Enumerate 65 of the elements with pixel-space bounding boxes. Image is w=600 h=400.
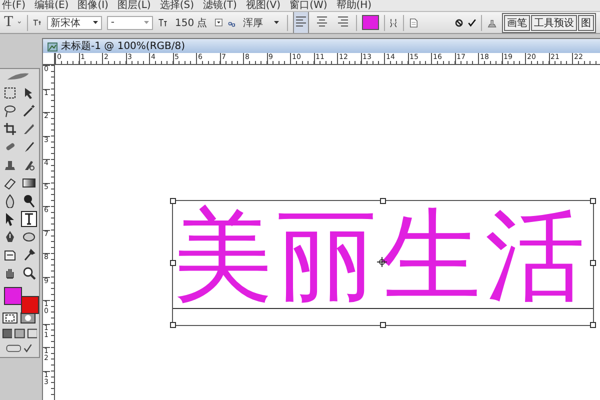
menu-item[interactable]: 视图(V): [246, 0, 281, 11]
screen-mode-icon[interactable]: [26, 328, 37, 340]
brush-icon: [22, 140, 36, 154]
dropdown-button-icon[interactable]: [215, 17, 223, 28]
align-right-icon: [337, 15, 350, 28]
marquee-tool[interactable]: [2, 85, 18, 102]
palette-tab[interactable]: 工具预设: [530, 14, 577, 30]
dodge-icon: [22, 194, 36, 208]
cancel-icon[interactable]: [455, 16, 464, 28]
notes-icon: [3, 248, 17, 262]
font-size-field[interactable]: 150 点: [172, 16, 210, 30]
align-left-button[interactable]: [293, 12, 310, 33]
screen-mode-icon[interactable]: [14, 328, 25, 340]
foreground-color-swatch[interactable]: [4, 287, 22, 306]
document-icon: [47, 40, 58, 52]
eyedropper-icon: [22, 248, 36, 262]
ruler-origin[interactable]: [43, 53, 55, 65]
font-style-dropdown[interactable]: -: [106, 16, 153, 30]
gradient-icon: [22, 176, 36, 190]
zoom-icon: [22, 266, 36, 280]
palette-tab[interactable]: 画笔: [504, 14, 530, 30]
document-title: 未标题-1 @ 100%(RGB/8): [61, 40, 186, 53]
stamp-icon: [3, 158, 17, 172]
antialias-dropdown[interactable]: 浑厚: [240, 16, 282, 30]
slice-icon: [22, 122, 36, 136]
menu-item[interactable]: 滤镜(T): [202, 0, 237, 11]
canvas-text[interactable]: 美丽生活: [173, 196, 589, 316]
shape-icon: [22, 230, 36, 244]
menu-item[interactable]: 帮助(H): [336, 0, 372, 11]
dodge-tool[interactable]: [21, 193, 37, 210]
type-icon: [22, 212, 36, 226]
lasso-tool[interactable]: [2, 103, 18, 120]
history-icon: [22, 158, 36, 172]
type-tool-glyph[interactable]: T: [4, 14, 14, 31]
screen-mode-icon[interactable]: [2, 328, 12, 340]
crop-tool[interactable]: [2, 121, 18, 138]
type-tool[interactable]: [21, 211, 37, 228]
zoom-tool[interactable]: [21, 265, 37, 282]
menu-item[interactable]: 图层(L): [117, 0, 151, 11]
crop-icon: [3, 122, 17, 136]
menu-item[interactable]: 图像(I): [78, 0, 108, 11]
caret-icon: [274, 21, 280, 24]
marquee-icon: [3, 86, 17, 100]
caret-icon: [144, 21, 149, 24]
wand-tool[interactable]: [21, 103, 37, 120]
wand-icon: [22, 104, 36, 118]
menu-item[interactable]: 件(F): [2, 0, 26, 11]
palette-tab[interactable]: 图: [578, 14, 594, 30]
standard-mode-icon[interactable]: [2, 312, 18, 324]
palette-toggle-icon[interactable]: [408, 16, 418, 30]
menu-item[interactable]: 选择(S): [160, 0, 194, 11]
eraser-icon: [3, 176, 17, 190]
blur-icon: [3, 194, 17, 208]
align-center-icon: [316, 15, 328, 28]
quick-mask-icon[interactable]: [20, 312, 36, 324]
background-color-swatch[interactable]: [21, 296, 39, 314]
caret-icon: [92, 21, 98, 24]
align-left-icon: [295, 15, 308, 28]
menu-item[interactable]: 编辑(E): [34, 0, 69, 11]
font-family-dropdown[interactable]: 新宋体: [46, 16, 102, 30]
commit-check-icon[interactable]: [468, 16, 476, 28]
font-size-icon: [158, 16, 167, 29]
lasso-icon: [3, 104, 17, 118]
pen-icon: [3, 230, 17, 244]
text-color-swatch[interactable]: [362, 15, 379, 30]
